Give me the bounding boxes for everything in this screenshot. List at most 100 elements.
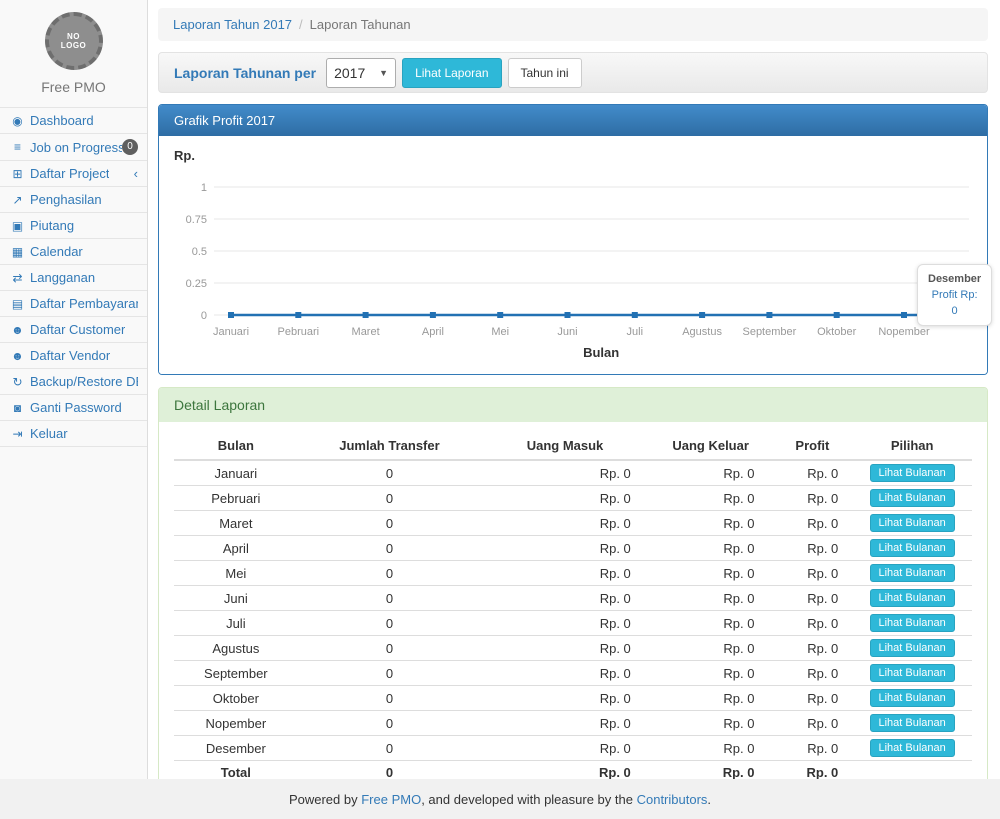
cell-bulan: Juli — [174, 611, 298, 636]
cell-bulan: Mei — [174, 561, 298, 586]
cell-bulan: Desember — [174, 736, 298, 761]
cell-uang_keluar: Rp. 0 — [649, 486, 773, 511]
lihat-bulanan-button[interactable]: Lihat Bulanan — [870, 689, 955, 707]
cell-profit: Rp. 0 — [772, 536, 852, 561]
svg-text:Nopember: Nopember — [878, 326, 930, 338]
lihat-bulanan-button[interactable]: Lihat Bulanan — [870, 464, 955, 482]
exchange-icon: ⇄ — [9, 271, 26, 285]
table-row: September0Rp. 0Rp. 0Rp. 0Lihat Bulanan — [174, 661, 972, 686]
lihat-bulanan-button[interactable]: Lihat Bulanan — [870, 564, 955, 582]
cell-pilihan: Lihat Bulanan — [852, 711, 972, 736]
main-content: Laporan Tahun 2017 / Laporan Tahunan Lap… — [148, 0, 1000, 779]
footer-text-prefix: Powered by — [289, 792, 358, 807]
cell-bulan: Maret — [174, 511, 298, 536]
cell-bulan: September — [174, 661, 298, 686]
lihat-bulanan-button[interactable]: Lihat Bulanan — [870, 514, 955, 532]
lihat-bulanan-button[interactable]: Lihat Bulanan — [870, 589, 955, 607]
cell-bulan: Nopember — [174, 711, 298, 736]
cell-profit: Rp. 0 — [772, 460, 852, 486]
table-row: Mei0Rp. 0Rp. 0Rp. 0Lihat Bulanan — [174, 561, 972, 586]
cell-jumlah_transfer: 0 — [298, 711, 482, 736]
table-row: Januari0Rp. 0Rp. 0Rp. 0Lihat Bulanan — [174, 460, 972, 486]
lihat-bulanan-button[interactable]: Lihat Bulanan — [870, 614, 955, 632]
sidebar-item-penghasilan[interactable]: ↗Penghasilan — [0, 187, 147, 213]
lihat-bulanan-button[interactable]: Lihat Bulanan — [870, 539, 955, 557]
lihat-bulanan-button[interactable]: Lihat Bulanan — [870, 489, 955, 507]
year-select[interactable]: 2017 ▼ — [326, 58, 396, 88]
svg-text:0.75: 0.75 — [186, 214, 207, 226]
sidebar-item-daftar-pembayaran[interactable]: ▤Daftar Pembayaran — [0, 291, 147, 317]
svg-text:Rp.: Rp. — [174, 148, 195, 163]
column-header-transfer: Jumlah Transfer — [298, 432, 482, 460]
cell-uang_keluar: Rp. 0 — [649, 686, 773, 711]
detail-panel-title: Detail Laporan — [159, 388, 987, 422]
chevron-down-icon: ▼ — [379, 68, 388, 78]
cell-jumlah_transfer: 0 — [298, 661, 482, 686]
table-row: Pebruari0Rp. 0Rp. 0Rp. 0Lihat Bulanan — [174, 486, 972, 511]
lihat-bulanan-button[interactable]: Lihat Bulanan — [870, 714, 955, 732]
column-header-bulan: Bulan — [174, 432, 298, 460]
sidebar-item-job-on-progress[interactable]: ≡Job on Progress0 — [0, 134, 147, 161]
lihat-laporan-button[interactable]: Lihat Laporan — [402, 58, 501, 88]
tahun-ini-button[interactable]: Tahun ini — [508, 58, 582, 88]
sidebar-item-dashboard[interactable]: ◉Dashboard — [0, 108, 147, 134]
sidebar-item-ganti-password[interactable]: ◙Ganti Password — [0, 395, 147, 421]
svg-text:Januari: Januari — [213, 326, 249, 338]
lihat-bulanan-button[interactable]: Lihat Bulanan — [870, 639, 955, 657]
sidebar-item-label: Dashboard — [30, 113, 94, 128]
footer-freepmo-link[interactable]: Free PMO — [361, 792, 421, 807]
tasks-icon: ≡ — [9, 140, 26, 154]
svg-text:1: 1 — [201, 182, 207, 194]
cell-uang_masuk: Rp. 0 — [481, 636, 649, 661]
cell-jumlah_transfer: 0 — [298, 561, 482, 586]
cell-pilihan: Lihat Bulanan — [852, 661, 972, 686]
breadcrumb-current: Laporan Tahunan — [310, 17, 411, 32]
table-row: Nopember0Rp. 0Rp. 0Rp. 0Lihat Bulanan — [174, 711, 972, 736]
svg-text:Bulan: Bulan — [583, 345, 619, 360]
table-row: Desember0Rp. 0Rp. 0Rp. 0Lihat Bulanan — [174, 736, 972, 761]
table-row: Maret0Rp. 0Rp. 0Rp. 0Lihat Bulanan — [174, 511, 972, 536]
lihat-bulanan-button[interactable]: Lihat Bulanan — [870, 739, 955, 757]
sidebar: NO LOGO Free PMO ◉Dashboard≡Job on Progr… — [0, 0, 148, 819]
cell-pilihan: Lihat Bulanan — [852, 536, 972, 561]
sidebar-item-backup-restore-db[interactable]: ↻Backup/Restore DB — [0, 369, 147, 395]
footer-text-middle: , and developed with pleasure by the — [421, 792, 633, 807]
brand-block: NO LOGO Free PMO — [0, 0, 147, 107]
footer-contributors-link[interactable]: Contributors — [637, 792, 708, 807]
brand-name: Free PMO — [0, 79, 147, 95]
cell-pilihan: Lihat Bulanan — [852, 561, 972, 586]
sidebar-item-calendar[interactable]: ▦Calendar — [0, 239, 147, 265]
chart-tooltip-value: Profit Rp: 0 — [928, 287, 981, 319]
table-icon: ⊞ — [9, 167, 26, 181]
table-row: Juli0Rp. 0Rp. 0Rp. 0Lihat Bulanan — [174, 611, 972, 636]
cell-uang_masuk: Rp. 0 — [481, 536, 649, 561]
svg-text:Juli: Juli — [627, 326, 644, 338]
cell-bulan: Juni — [174, 586, 298, 611]
sidebar-item-daftar-customer[interactable]: ☻Daftar Customer — [0, 317, 147, 343]
sidebar-item-piutang[interactable]: ▣Piutang — [0, 213, 147, 239]
breadcrumb-link-laporan-tahun[interactable]: Laporan Tahun 2017 — [173, 17, 292, 32]
lihat-bulanan-button[interactable]: Lihat Bulanan — [870, 664, 955, 682]
sidebar-item-daftar-vendor[interactable]: ☻Daftar Vendor — [0, 343, 147, 369]
sidebar-item-daftar-project[interactable]: ⊞Daftar Project‹ — [0, 161, 147, 187]
cell-jumlah_transfer: 0 — [298, 536, 482, 561]
svg-text:Agustus: Agustus — [682, 326, 722, 338]
cell-uang_keluar: Rp. 0 — [649, 586, 773, 611]
breadcrumb-separator: / — [299, 17, 303, 32]
chart-tooltip: Desember Profit Rp: 0 — [917, 264, 992, 326]
cell-jumlah_transfer: 0 — [298, 586, 482, 611]
cell-profit: Rp. 0 — [772, 586, 852, 611]
sidebar-item-label: Piutang — [30, 218, 74, 233]
sidebar-item-langganan[interactable]: ⇄Langganan — [0, 265, 147, 291]
table-row: April0Rp. 0Rp. 0Rp. 0Lihat Bulanan — [174, 536, 972, 561]
cell-jumlah_transfer: 0 — [298, 486, 482, 511]
sidebar-item-keluar[interactable]: ⇥Keluar — [0, 421, 147, 447]
report-table-header-row: BulanJumlah TransferUang MasukUang Kelua… — [174, 432, 972, 460]
cell-uang_keluar: Rp. 0 — [649, 636, 773, 661]
cell-pilihan: Lihat Bulanan — [852, 586, 972, 611]
chart-panel-title: Grafik Profit 2017 — [159, 105, 987, 136]
profit-chart[interactable]: Rp.00.250.50.751JanuariPebruariMaretApri… — [174, 144, 982, 366]
cell-profit: Rp. 0 — [772, 511, 852, 536]
cell-profit: Rp. 0 — [772, 636, 852, 661]
sidebar-item-label: Ganti Password — [30, 400, 122, 415]
